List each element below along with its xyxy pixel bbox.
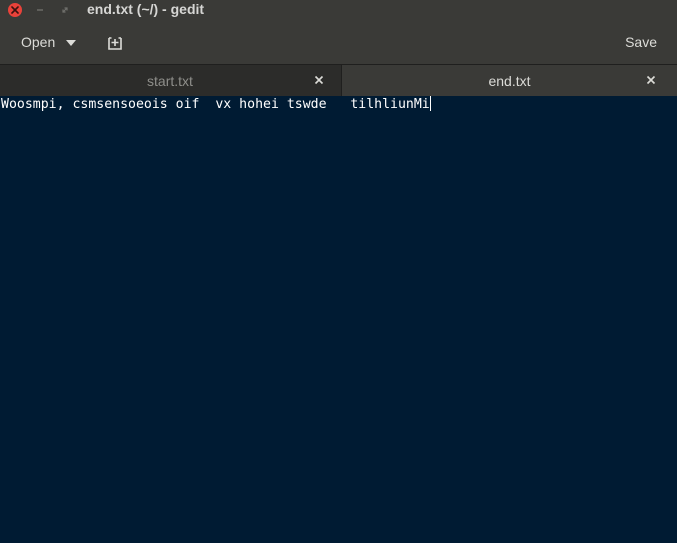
tab-start-txt[interactable]: start.txt [0,65,340,96]
tab-label: end.txt [488,72,531,89]
gedit-window: end.txt (~/) - gedit Open Save start.txt [0,0,677,543]
tab-close-button[interactable] [645,74,657,86]
new-document-icon [108,37,122,50]
window-title: end.txt (~/) - gedit [87,1,205,17]
tab-label: start.txt [147,72,193,89]
close-icon [11,6,19,14]
text-editor-area[interactable]: Woosmpi, csmsensoeois oif vx hohei tswde… [0,96,677,543]
save-button[interactable]: Save [619,28,663,56]
header-bar: Open Save [0,20,677,64]
close-icon [646,75,656,85]
editor-line[interactable]: Woosmpi, csmsensoeois oif vx hohei tswde… [1,96,431,114]
chevron-down-icon [66,39,77,46]
text-cursor [429,96,431,111]
window-close-button[interactable] [8,3,22,17]
close-icon [314,75,324,85]
open-button[interactable]: Open [9,28,88,56]
window-maximize-button[interactable] [58,3,72,17]
tab-close-button[interactable] [313,74,325,86]
tab-end-txt[interactable]: end.txt [341,65,677,96]
minimize-icon [37,9,43,11]
editor-text: Woosmpi, csmsensoeois oif vx hohei tswde… [1,97,430,112]
window-minimize-button[interactable] [33,3,47,17]
maximize-icon [62,7,68,13]
new-document-button[interactable] [100,29,130,57]
title-bar: end.txt (~/) - gedit [0,0,677,20]
open-button-label: Open [21,34,56,50]
tab-bar: start.txt end.txt [0,64,677,96]
